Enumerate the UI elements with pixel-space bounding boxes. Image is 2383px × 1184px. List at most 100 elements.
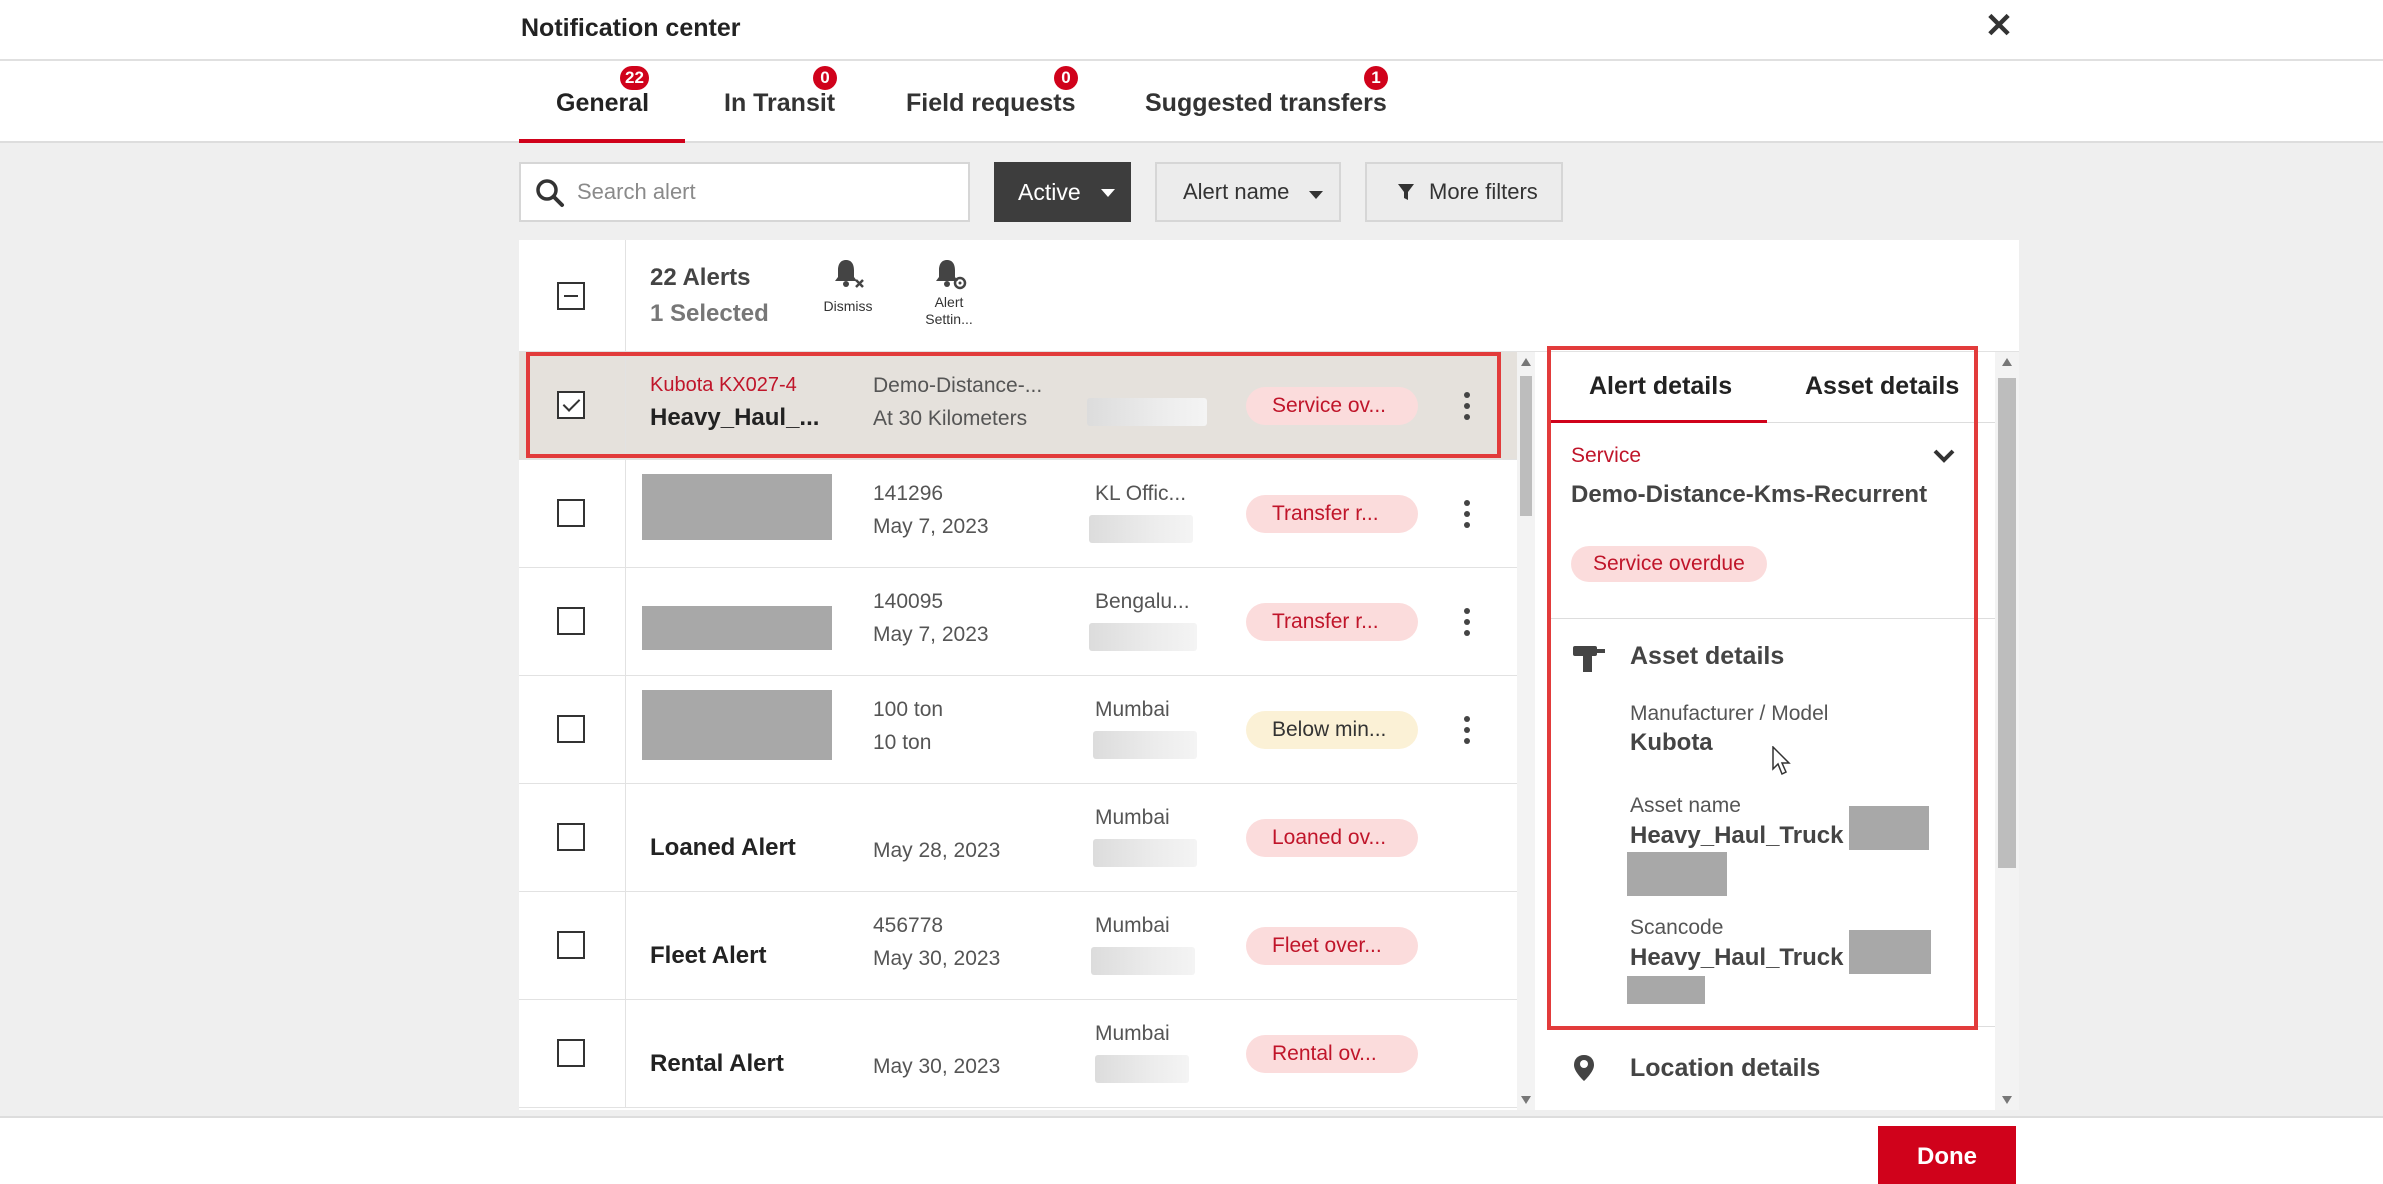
redacted-location (1093, 731, 1197, 759)
caret-down-icon (1101, 189, 1115, 197)
scroll-up-icon[interactable] (2002, 358, 2012, 366)
bell-dismiss-icon (835, 260, 864, 288)
tab-suggested-transfers[interactable]: Suggested transfers (1145, 89, 1387, 118)
alert-detail-secondary: May 30, 2023 (873, 1055, 1001, 1078)
alert-detail-secondary: May 7, 2023 (873, 623, 989, 646)
scroll-down-icon[interactable] (2002, 1096, 2012, 1104)
list-scrollbar[interactable] (1517, 352, 1535, 1110)
more-options-icon[interactable] (1464, 500, 1472, 528)
mouse-cursor-icon (1772, 746, 1791, 776)
alert-detail-secondary: May 7, 2023 (873, 515, 989, 538)
row-checkbox[interactable] (557, 931, 585, 959)
divider (1547, 618, 1995, 619)
tab-alert-details[interactable]: Alert details (1589, 372, 1732, 401)
row-checkbox[interactable] (557, 499, 585, 527)
divider (625, 568, 626, 676)
status-filter-label: Active (1018, 179, 1081, 205)
alert-location: Bengalu... (1095, 590, 1190, 613)
caret-down-icon (1309, 191, 1323, 199)
tab-label: In Transit (724, 89, 836, 117)
status-badge: Loaned ov... (1246, 819, 1418, 857)
row-checkbox[interactable] (557, 391, 585, 419)
table-row[interactable]: Fleet Alert 456778 May 30, 2023 Mumbai F… (519, 892, 1517, 1000)
redacted-value (1849, 930, 1931, 974)
alert-name-label: Alert name (1183, 179, 1290, 204)
redacted-location (1089, 623, 1197, 651)
alert-count: 22 Alerts (650, 264, 751, 291)
scroll-up-icon[interactable] (1521, 358, 1531, 366)
dismiss-button[interactable]: Dismiss (812, 256, 884, 314)
alert-name-dropdown[interactable]: Alert name (1155, 162, 1341, 222)
redacted-location (1089, 515, 1193, 543)
status-filter-dropdown[interactable]: Active (994, 162, 1131, 222)
redacted-value (1627, 852, 1727, 896)
alert-detail-primary: 140095 (873, 590, 944, 613)
location-pin-icon (1574, 1055, 1594, 1081)
alert-location: Mumbai (1095, 1022, 1170, 1045)
redacted-location (1087, 398, 1207, 426)
select-all-checkbox[interactable] (557, 282, 585, 310)
alert-location: Mumbai (1095, 806, 1170, 829)
scancode-label: Scancode (1630, 916, 1724, 939)
status-badge: Rental ov... (1246, 1035, 1418, 1073)
tab-general[interactable]: General (556, 89, 649, 118)
scroll-thumb[interactable] (1998, 378, 2016, 868)
alert-detail-secondary: 10 ton (873, 731, 932, 754)
redacted-name (642, 690, 832, 760)
redacted-location (1091, 947, 1195, 975)
chevron-down-icon[interactable] (1932, 444, 1956, 468)
alert-details-panel: Alert details Asset details Service Demo… (1547, 352, 1995, 1110)
redacted-value (1627, 976, 1705, 1004)
close-icon[interactable]: ✕ (1984, 8, 2014, 44)
search-icon (536, 179, 564, 207)
alert-settings-button[interactable]: Alert Settin... (911, 256, 987, 328)
redacted-value (1849, 806, 1929, 850)
scroll-down-icon[interactable] (1521, 1096, 1531, 1104)
search-input[interactable] (577, 174, 947, 210)
alerts-header: 22 Alerts 1 Selected Dismiss Alert Setti… (519, 240, 2019, 352)
table-row[interactable]: Loaned Alert May 28, 2023 Mumbai Loaned … (519, 784, 1517, 892)
row-checkbox[interactable] (557, 1039, 585, 1067)
tab-badge-suggested-transfers: 1 (1364, 66, 1388, 90)
divider (625, 240, 626, 352)
more-options-icon[interactable] (1464, 716, 1472, 744)
row-checkbox[interactable] (557, 823, 585, 851)
row-checkbox[interactable] (557, 715, 585, 743)
table-row[interactable]: Rental Alert May 30, 2023 Mumbai Rental … (519, 1000, 1517, 1108)
table-row[interactable]: 140095 May 7, 2023 Bengalu... Transfer r… (519, 568, 1517, 676)
tab-field-requests[interactable]: Field requests (906, 89, 1076, 118)
more-options-icon[interactable] (1464, 392, 1472, 420)
table-row[interactable]: 100 ton 10 ton Mumbai Below min... (519, 676, 1517, 784)
header-bar: Notification center ✕ (0, 0, 2383, 61)
drill-icon (1573, 646, 1605, 672)
more-filters-label: More filters (1429, 179, 1538, 204)
done-button[interactable]: Done (1878, 1126, 2016, 1184)
alert-detail-primary: 100 ton (873, 698, 944, 721)
row-checkbox[interactable] (557, 607, 585, 635)
scroll-thumb[interactable] (1520, 376, 1532, 516)
table-row[interactable]: 141296 May 7, 2023 KL Offic... Transfer … (519, 460, 1517, 568)
more-filters-button[interactable]: More filters (1365, 162, 1563, 222)
tab-badge-field-requests: 0 (1054, 66, 1078, 90)
active-tab-indicator (519, 139, 685, 143)
details-scrollbar[interactable] (1995, 352, 2019, 1110)
dismiss-label: Dismiss (823, 298, 873, 314)
more-options-icon[interactable] (1464, 608, 1472, 636)
status-badge: Service overdue (1571, 546, 1767, 582)
tab-bar: General 22 In Transit 0 Field requests 0… (0, 61, 2383, 143)
alert-title: Loaned Alert (650, 834, 796, 861)
redacted-location (1093, 839, 1197, 867)
tab-in-transit[interactable]: In Transit (724, 89, 835, 118)
tab-label: Suggested transfers (1145, 89, 1387, 117)
asset-name-label: Asset name (1630, 794, 1741, 817)
filter-icon (1398, 184, 1414, 200)
alert-location: KL Offic... (1095, 482, 1187, 505)
location-details-heading[interactable]: Location details (1630, 1054, 1820, 1083)
tab-asset-details[interactable]: Asset details (1805, 372, 1959, 401)
asset-name-value: Heavy_Haul_Truck (1630, 822, 1844, 849)
status-badge: Below min... (1246, 711, 1418, 749)
divider (625, 784, 626, 892)
divider (625, 1000, 626, 1108)
redacted-name (642, 606, 832, 650)
table-row[interactable]: Kubota KX027-4 Heavy_Haul_... Demo-Dista… (519, 352, 1517, 460)
